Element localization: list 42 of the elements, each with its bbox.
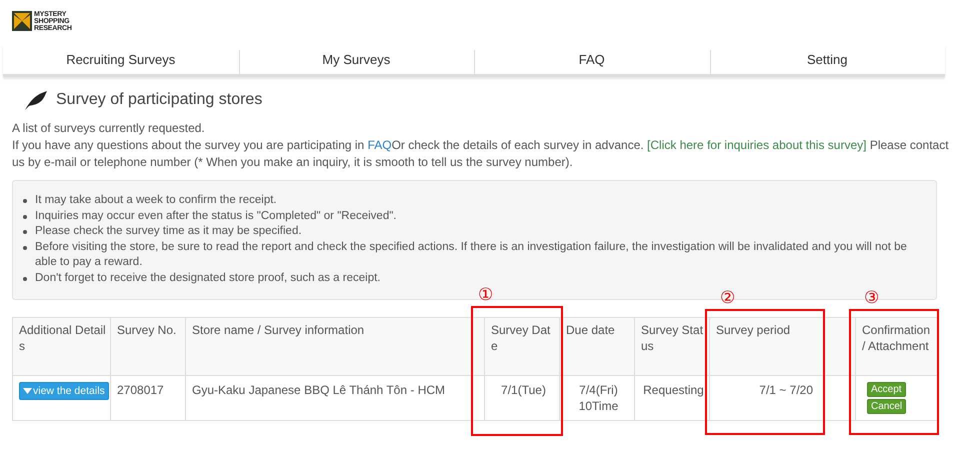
accept-button[interactable]: Accept — [867, 382, 906, 397]
notice-item: Before visiting the store, be sure to read the report and check the specified actions. If there is an investigation failure, the investigation will be invalidated and you will not be able to pay a reward. — [35, 240, 908, 270]
column-header: Survey Status — [634, 318, 710, 376]
table-cell: 7/1(Tue) — [484, 376, 560, 420]
caret-icon — [23, 388, 32, 394]
bullet-icon — [23, 246, 27, 250]
annotation-number: ③ — [864, 289, 880, 307]
column-header: Store name / Survey information — [186, 318, 484, 376]
nav-tab[interactable]: Recruiting Surveys — [3, 44, 238, 74]
notice-item: Please check the survey time as it may be specified. — [35, 224, 302, 239]
nav-tab[interactable]: Setting — [710, 44, 945, 74]
cancel-button[interactable]: Cancel — [867, 399, 906, 414]
page-title: Survey of participating stores — [56, 91, 262, 109]
help-link[interactable]: [Click here for inquiries about this survey] — [647, 138, 866, 152]
bullet-icon — [23, 276, 27, 280]
bullet-icon — [23, 214, 27, 218]
annotation-number: ② — [720, 289, 736, 307]
bullet-icon — [23, 199, 27, 203]
feather-icon — [24, 90, 48, 110]
table-cell: 7/4(Fri) 10Time — [560, 376, 634, 420]
table-cell: 2708017 — [110, 376, 186, 420]
bullet-icon — [23, 230, 27, 234]
column-header: Survey period — [710, 318, 856, 376]
column-header: Due date — [560, 318, 634, 376]
table-cell: Requesting — [634, 376, 710, 420]
column-header: Additional Details — [12, 318, 110, 376]
column-header: Confirmation / Attachment — [856, 318, 938, 376]
table-cell: 7/1 ~ 7/20 — [710, 376, 856, 420]
help-link[interactable]: FAQ — [368, 138, 392, 152]
help-text: If you have any questions about the survey you are participating in FAQOr check the details of each survey in advance. [Click here for inquiries about this survey] Please contact us by e-mail or telephone number (* When you make an inquiry, it is smooth to tell us the survey number). — [12, 137, 949, 171]
view-details-button[interactable]: view the details — [19, 382, 109, 400]
table-cell: Gyu-Kaku Japanese BBQ Lê Thánh Tôn - HCM — [186, 376, 484, 420]
logo-icon — [12, 11, 32, 31]
column-header: Survey Date — [484, 318, 560, 376]
column-header: Survey No. — [110, 318, 186, 376]
nav-tab[interactable]: My Surveys — [238, 44, 474, 74]
notice-item: Don't forget to receive the designated store proof, such as a receipt. — [35, 270, 380, 286]
notice-item: Inquiries may occur even after the status is "Completed" or "Received". — [35, 208, 396, 224]
intro-text: A list of surveys currently requested. — [12, 120, 206, 137]
nav-tab[interactable]: FAQ — [474, 44, 710, 74]
notice-item: It may take about a week to confirm the receipt. — [35, 193, 277, 208]
annotation-number: ① — [478, 286, 494, 304]
